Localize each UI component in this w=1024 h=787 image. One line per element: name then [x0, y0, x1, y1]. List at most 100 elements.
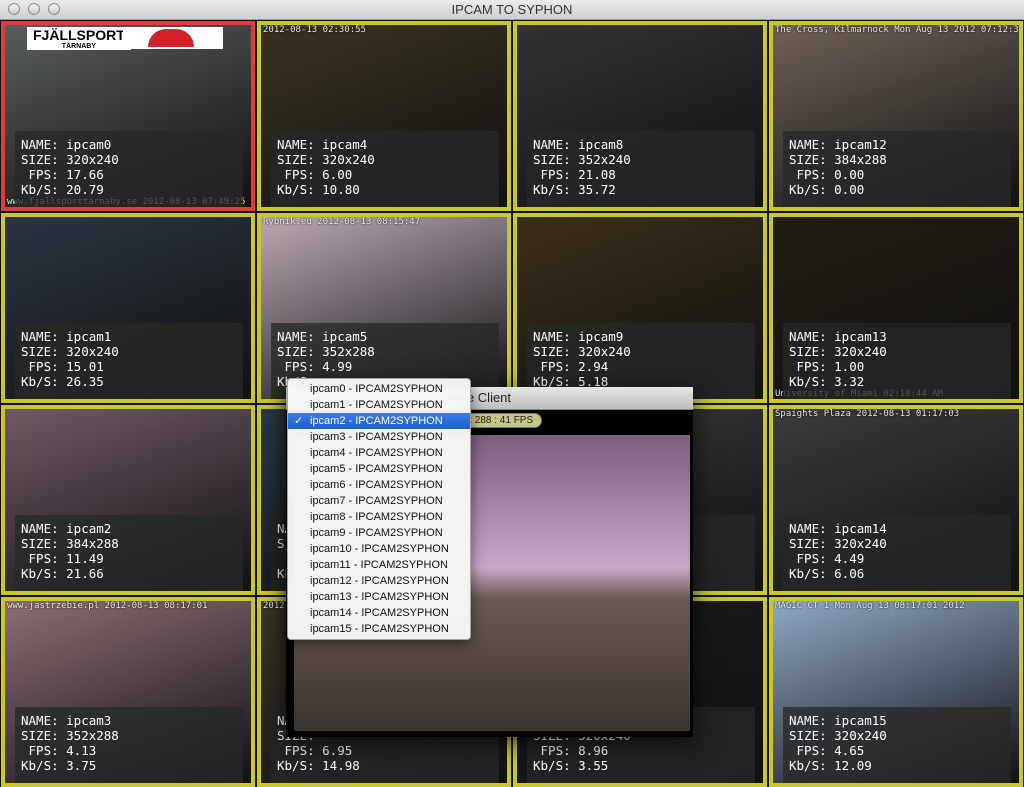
server-popup-menu[interactable]: ipcam0 - IPCAM2SYPHON ipcam1 - IPCAM2SYPH…	[287, 378, 471, 640]
stat-size: SIZE: 320x240	[277, 152, 375, 167]
stat-kbs: Kb/S: 6.06	[789, 566, 865, 581]
stat-kbs: Kb/S: 3.55	[533, 758, 609, 773]
camera-tile-ipcam0[interactable]: FJÄLLSPORTTÄRNABYwww.fjallsporttarnaby.s…	[1, 21, 255, 211]
stat-fps: FPS: 0.00	[789, 167, 865, 182]
menu-item-ipcam1[interactable]: ipcam1 - IPCAM2SYPHON	[288, 397, 470, 413]
stat-size: SIZE: 320x240	[21, 344, 119, 359]
camera-stats-overlay: NAME: ipcam2 SIZE: 384x288 FPS: 11.49 Kb/S…	[15, 515, 243, 591]
menu-item-ipcam9[interactable]: ipcam9 - IPCAM2SYPHON	[288, 525, 470, 541]
menu-item-label: ipcam4 - IPCAM2SYPHON	[310, 447, 443, 459]
menu-item-label: ipcam3 - IPCAM2SYPHON	[310, 431, 443, 443]
menu-item-label: ipcam2 - IPCAM2SYPHON	[310, 415, 443, 427]
stat-name: NAME: ipcam14	[789, 521, 887, 536]
camera-stats-overlay: NAME: ipcam0 SIZE: 320x240 FPS: 17.66 Kb/S…	[15, 131, 243, 207]
stat-name: NAME: ipcam9	[533, 329, 624, 344]
menu-item-label: ipcam10 - IPCAM2SYPHON	[310, 543, 449, 555]
sponsor-logo: FJÄLLSPORT TÄRNABY	[27, 27, 131, 50]
camera-timestamp: www.jastrzebie.pl 2012-08-13 08:17:01	[7, 601, 208, 611]
stat-kbs: Kb/S: 10.80	[277, 182, 360, 197]
menu-item-ipcam10[interactable]: ipcam10 - IPCAM2SYPHON	[288, 541, 470, 557]
camera-stats-overlay: NAME: ipcam12 SIZE: 384x288 FPS: 0.00 Kb/S…	[783, 131, 1011, 207]
stat-name: NAME: ipcam5	[277, 329, 368, 344]
stat-fps: FPS: 6.00	[277, 167, 353, 182]
stat-size: SIZE: 352x288	[21, 728, 119, 743]
menu-item-ipcam7[interactable]: ipcam7 - IPCAM2SYPHON	[288, 493, 470, 509]
menu-item-ipcam11[interactable]: ipcam11 - IPCAM2SYPHON	[288, 557, 470, 573]
stat-name: NAME: ipcam8	[533, 137, 624, 152]
menu-item-ipcam5[interactable]: ipcam5 - IPCAM2SYPHON	[288, 461, 470, 477]
stat-name: NAME: ipcam15	[789, 713, 887, 728]
menu-item-ipcam3[interactable]: ipcam3 - IPCAM2SYPHON	[288, 429, 470, 445]
menu-item-label: ipcam7 - IPCAM2SYPHON	[310, 495, 443, 507]
camera-timestamp: Rybnik.eu 2012-08-13 08:15:47	[263, 217, 421, 227]
stat-kbs: Kb/S: 26.35	[21, 374, 104, 389]
menu-item-ipcam15[interactable]: ipcam15 - IPCAM2SYPHON	[288, 621, 470, 637]
stat-size: SIZE: 352x288	[277, 344, 375, 359]
menu-item-label: ipcam6 - IPCAM2SYPHON	[310, 479, 443, 491]
menu-item-ipcam6[interactable]: ipcam6 - IPCAM2SYPHON	[288, 477, 470, 493]
menu-item-ipcam4[interactable]: ipcam4 - IPCAM2SYPHON	[288, 445, 470, 461]
stat-size: SIZE: 384x288	[789, 152, 887, 167]
stat-name: NAME: ipcam0	[21, 137, 112, 152]
camera-stats-overlay: NAME: ipcam3 SIZE: 352x288 FPS: 4.13 Kb/S:…	[15, 707, 243, 783]
stat-kbs: Kb/S: 12.09	[789, 758, 872, 773]
partner-logo	[123, 27, 223, 49]
stat-name: NAME: ipcam12	[789, 137, 887, 152]
menu-item-ipcam13[interactable]: ipcam13 - IPCAM2SYPHON	[288, 589, 470, 605]
stat-fps: FPS: 8.96	[533, 743, 609, 758]
stat-fps: FPS: 17.66	[21, 167, 104, 182]
stat-size: SIZE: 320x240	[789, 344, 887, 359]
stat-fps: FPS: 4.99	[277, 359, 353, 374]
menu-item-label: ipcam1 - IPCAM2SYPHON	[310, 399, 443, 411]
camera-tile-ipcam5[interactable]: Rybnik.eu 2012-08-13 08:15:47 NAME: ipcam…	[257, 213, 511, 403]
stat-size: SIZE: 384x288	[21, 536, 119, 551]
stat-kbs: Kb/S: 21.66	[21, 566, 104, 581]
camera-tile-ipcam8[interactable]: NAME: ipcam8 SIZE: 352x240 FPS: 21.08 Kb/S…	[513, 21, 767, 211]
camera-tile-ipcam14[interactable]: Spaights Plaza 2012-08-13 01:17:03 NAME: …	[769, 405, 1023, 595]
camera-tile-ipcam2[interactable]: NAME: ipcam2 SIZE: 384x288 FPS: 11.49 Kb/S…	[1, 405, 255, 595]
stat-name: NAME: ipcam4	[277, 137, 368, 152]
menu-item-ipcam14[interactable]: ipcam14 - IPCAM2SYPHON	[288, 605, 470, 621]
window-title: IPCAM TO SYPHON	[451, 2, 573, 17]
camera-tile-ipcam13[interactable]: University of Miami 02:18:44 AMNAME: ipc…	[769, 213, 1023, 403]
menu-item-ipcam12[interactable]: ipcam12 - IPCAM2SYPHON	[288, 573, 470, 589]
camera-tile-ipcam1[interactable]: NAME: ipcam1 SIZE: 320x240 FPS: 15.01 Kb/S…	[1, 213, 255, 403]
stat-kbs: Kb/S: 0.00	[789, 182, 865, 197]
stat-kbs: Kb/S: 14.98	[277, 758, 360, 773]
stat-kbs: Kb/S: 3.32	[789, 374, 865, 389]
menu-item-ipcam0[interactable]: ipcam0 - IPCAM2SYPHON	[288, 381, 470, 397]
stat-name: NAME: ipcam3	[21, 713, 112, 728]
stat-size: SIZE: 320x240	[789, 536, 887, 551]
camera-timestamp: MAGIC CT 1 Mon Aug 13 08:17:01 2012	[775, 601, 965, 611]
camera-tile-ipcam9[interactable]: NAME: ipcam9 SIZE: 320x240 FPS: 2.94 Kb/S:…	[513, 213, 767, 403]
camera-stats-overlay: NAME: ipcam8 SIZE: 352x240 FPS: 21.08 Kb/S…	[527, 131, 755, 207]
stat-kbs: Kb/S: 35.72	[533, 182, 616, 197]
stat-fps: FPS: 2.94	[533, 359, 609, 374]
stat-fps: FPS: 4.65	[789, 743, 865, 758]
stat-kbs: Kb/S: 3.75	[21, 758, 97, 773]
camera-tile-ipcam4[interactable]: 2012-08-13 02:30:55 NAME: ipcam4 SIZE: 320…	[257, 21, 511, 211]
checkmark-icon: ✓	[294, 415, 304, 427]
stat-fps: FPS: 11.49	[21, 551, 104, 566]
stat-size: SIZE: 352x240	[533, 152, 631, 167]
menu-item-label: ipcam15 - IPCAM2SYPHON	[310, 623, 449, 635]
stat-size: SIZE: 320x240	[21, 152, 119, 167]
camera-stats-overlay: NAME: ipcam1 SIZE: 320x240 FPS: 15.01 Kb/S…	[15, 323, 243, 399]
camera-timestamp: The Cross, Kilmarnock Mon Aug 13 2012 07…	[775, 25, 1023, 35]
menu-item-label: ipcam9 - IPCAM2SYPHON	[310, 527, 443, 539]
camera-stats-overlay: NAME: ipcam15 SIZE: 320x240 FPS: 4.65 Kb/S…	[783, 707, 1011, 783]
camera-stats-overlay: NAME: ipcam14 SIZE: 320x240 FPS: 4.49 Kb/S…	[783, 515, 1011, 591]
camera-tile-ipcam15[interactable]: MAGIC CT 1 Mon Aug 13 08:17:01 2012 NAME:…	[769, 597, 1023, 787]
menu-item-label: ipcam11 - IPCAM2SYPHON	[310, 559, 448, 571]
stat-name: NAME: ipcam2	[21, 521, 112, 536]
camera-tile-ipcam12[interactable]: The Cross, Kilmarnock Mon Aug 13 2012 07…	[769, 21, 1023, 211]
menu-item-label: ipcam0 - IPCAM2SYPHON	[310, 383, 443, 395]
menu-item-label: ipcam5 - IPCAM2SYPHON	[310, 463, 443, 475]
menu-item-label: ipcam13 - IPCAM2SYPHON	[310, 591, 449, 603]
camera-tile-ipcam3[interactable]: www.jastrzebie.pl 2012-08-13 08:17:01 NAM…	[1, 597, 255, 787]
window-titlebar: IPCAM TO SYPHON	[0, 0, 1024, 20]
stat-fps: FPS: 4.13	[21, 743, 97, 758]
menu-item-label: ipcam12 - IPCAM2SYPHON	[310, 575, 449, 587]
menu-item-ipcam2[interactable]: ✓ ipcam2 - IPCAM2SYPHON	[288, 413, 470, 429]
menu-item-ipcam8[interactable]: ipcam8 - IPCAM2SYPHON	[288, 509, 470, 525]
